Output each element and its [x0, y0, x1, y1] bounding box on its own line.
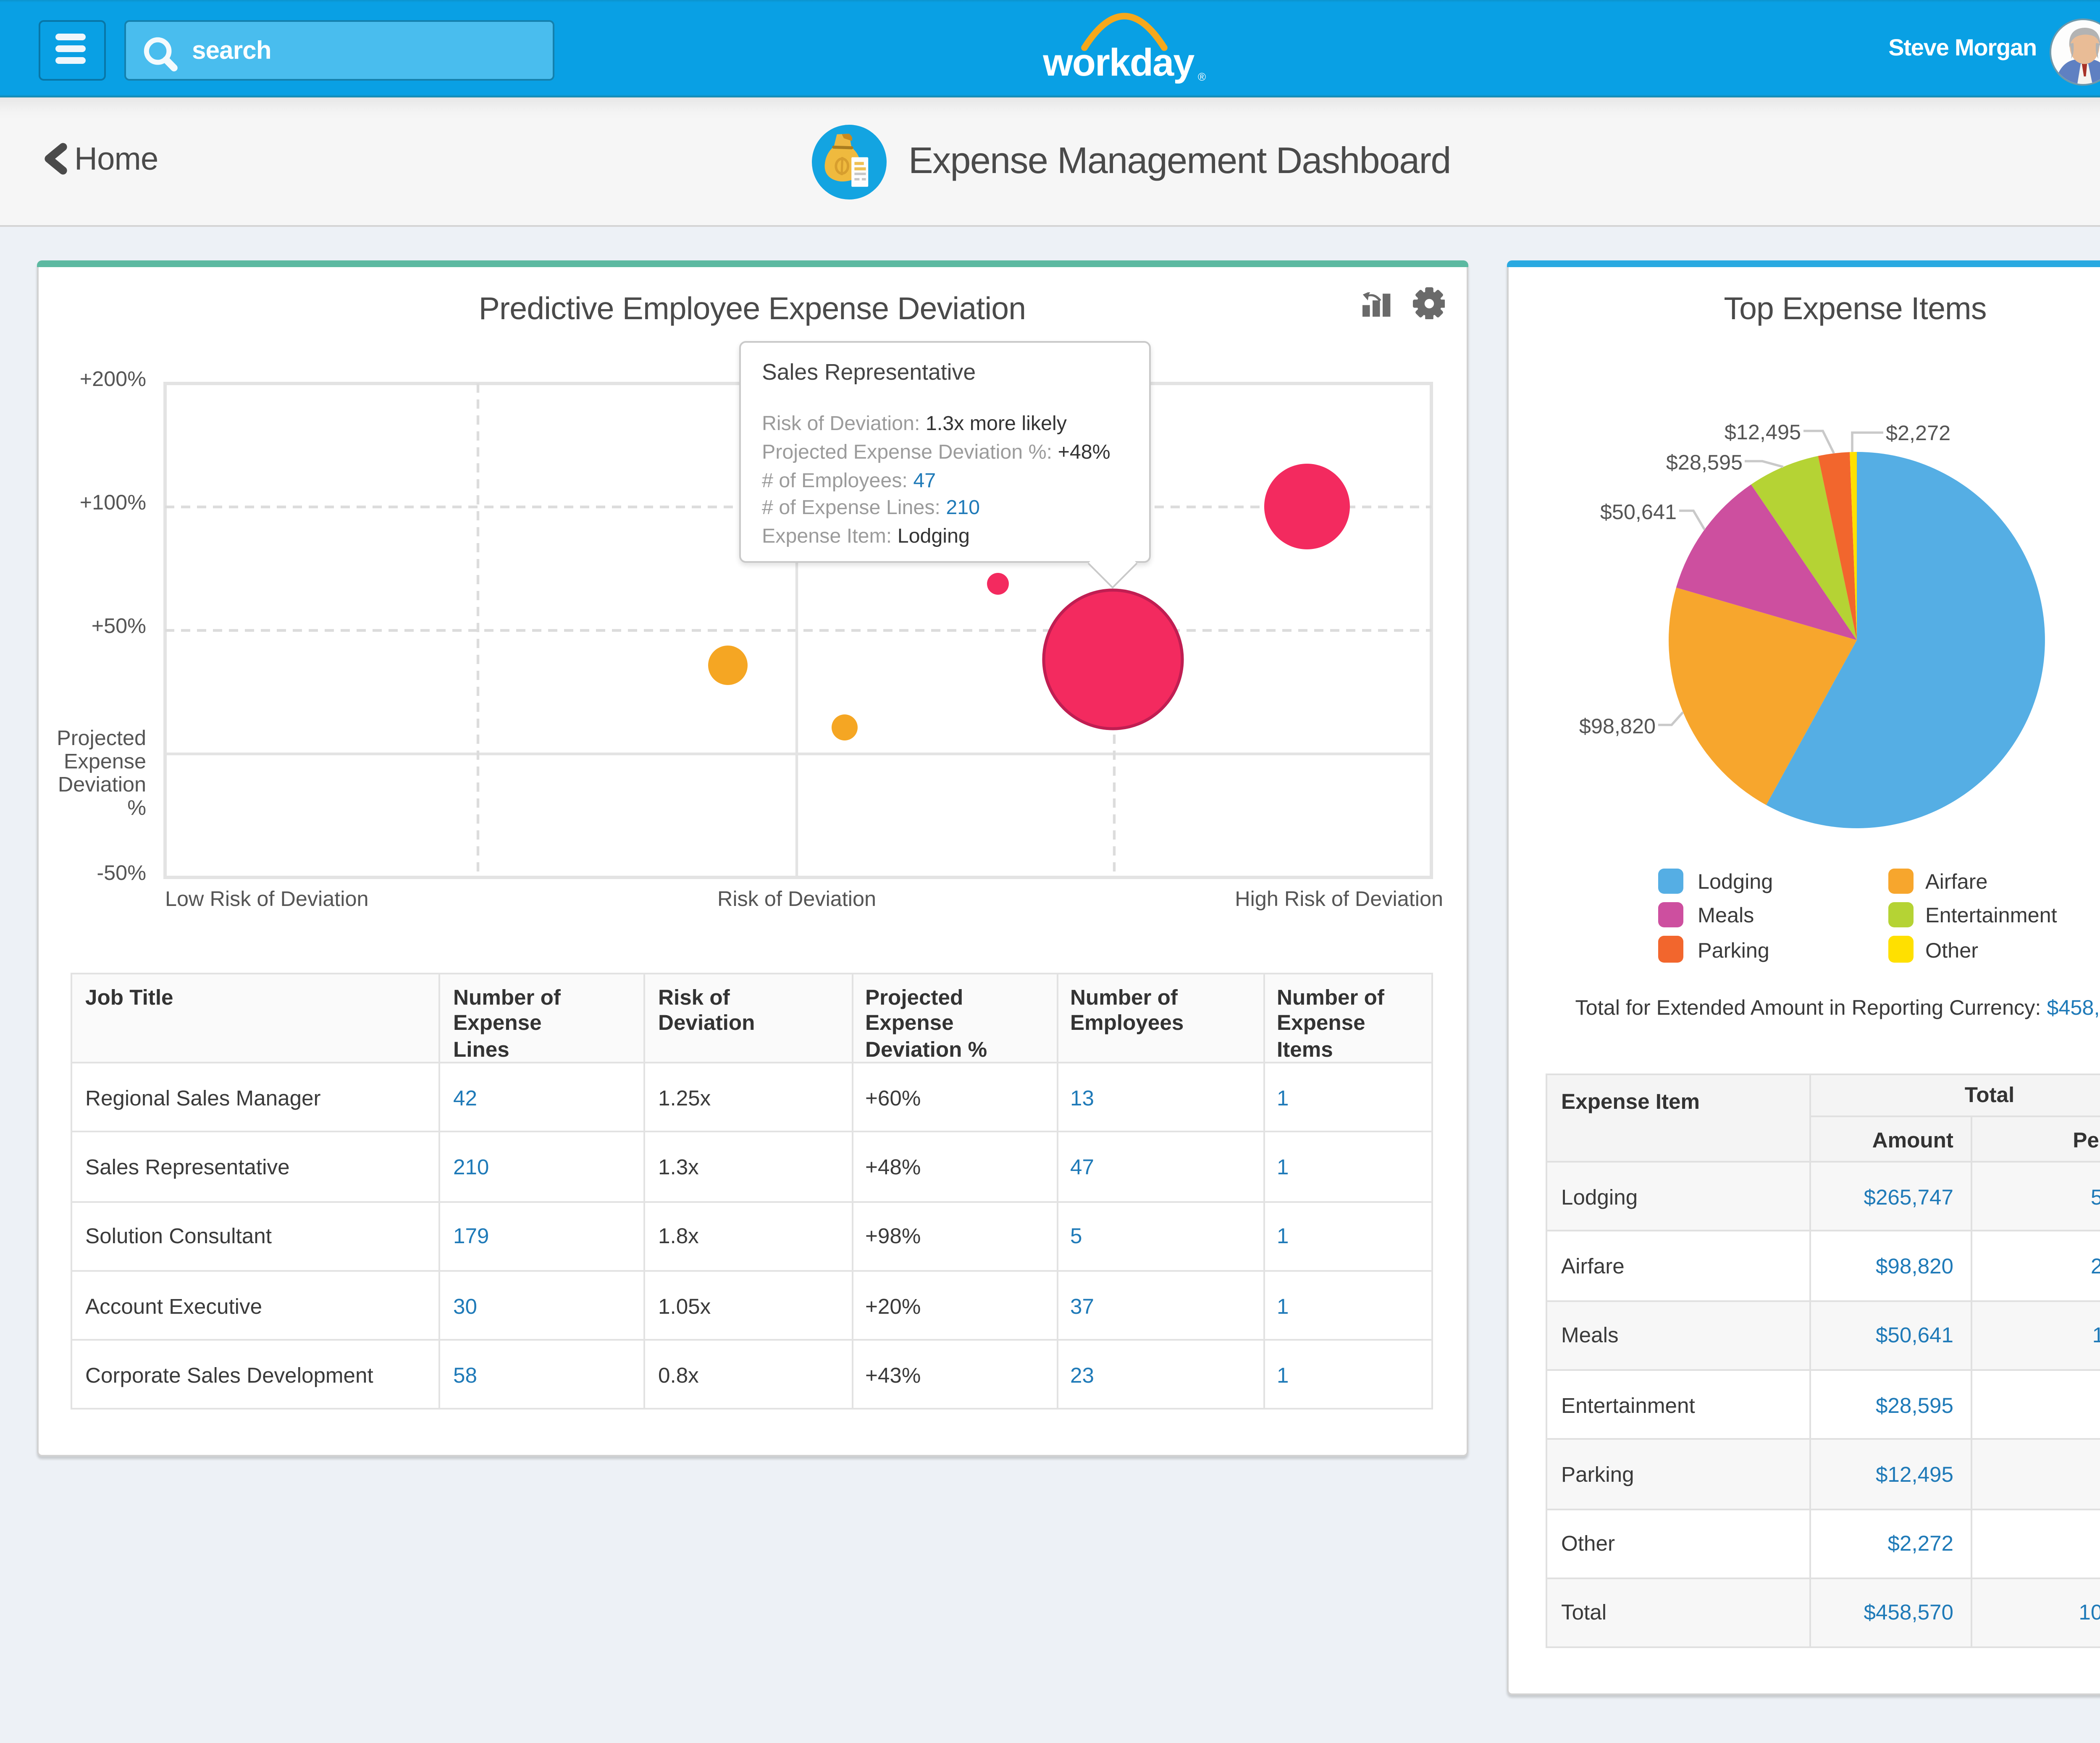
svg-text:$50,641: $50,641	[1600, 500, 1677, 524]
svg-text:+100%: +100%	[79, 491, 145, 514]
svg-text:+50%: +50%	[91, 614, 145, 638]
svg-text:Expense: Expense	[63, 749, 145, 773]
svg-text:®: ®	[1198, 71, 1206, 83]
svg-text:$28,595: $28,595	[1666, 451, 1743, 475]
svg-text:workday: workday	[1042, 41, 1194, 84]
svg-text:High Risk of Deviation: High Risk of Deviation	[1234, 887, 1442, 911]
svg-text:$98,820: $98,820	[1579, 714, 1656, 738]
svg-text:%: %	[126, 796, 145, 820]
svg-text:Risk of Deviation: Risk of Deviation	[717, 887, 875, 911]
svg-text:Low Risk of Deviation: Low Risk of Deviation	[164, 887, 368, 911]
svg-text:$2,272: $2,272	[1886, 421, 1950, 445]
svg-text:Deviation: Deviation	[57, 773, 145, 797]
svg-text:Projected: Projected	[56, 726, 145, 750]
svg-text:+200%: +200%	[79, 367, 145, 391]
svg-text:$12,495: $12,495	[1725, 420, 1801, 444]
svg-text:-50%: -50%	[96, 861, 145, 885]
